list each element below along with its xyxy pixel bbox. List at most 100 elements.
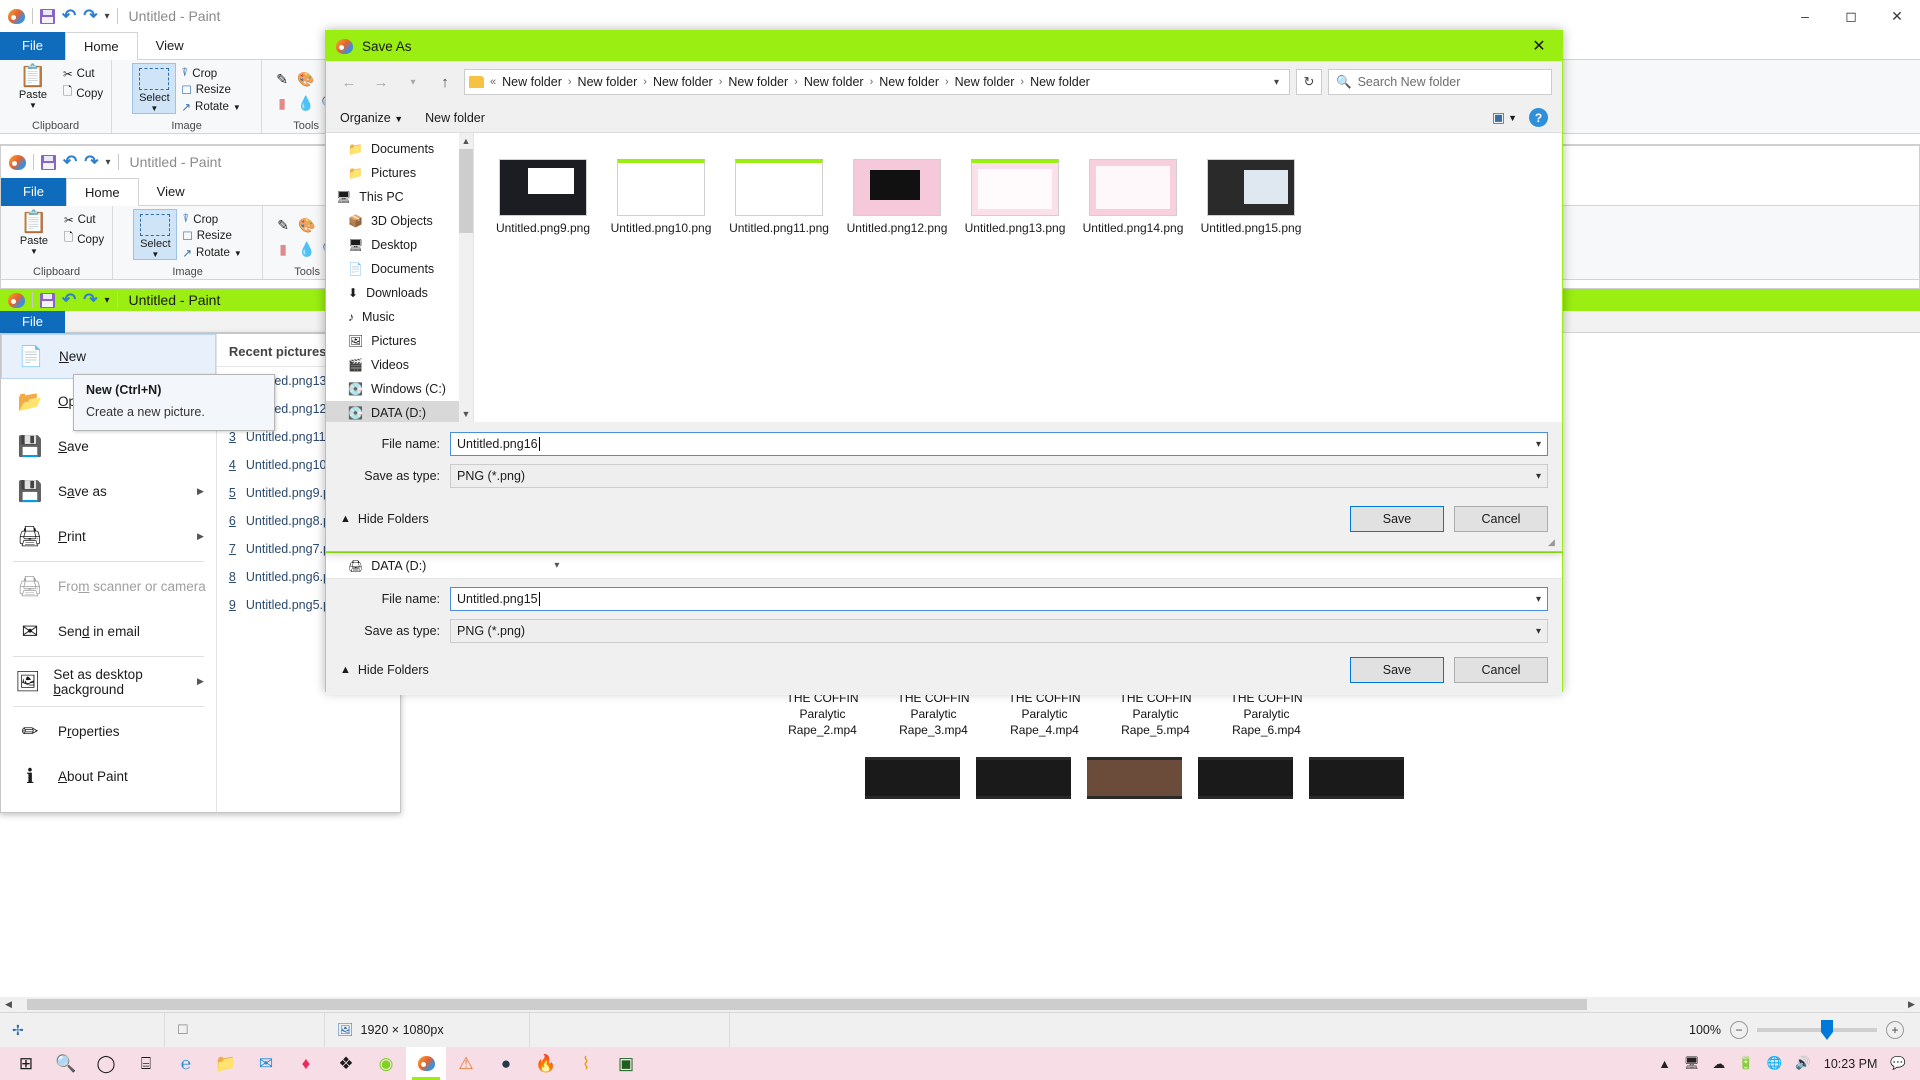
tab-file[interactable]: File (0, 32, 65, 60)
nav-item-downloads[interactable]: ⬇ Downloads (326, 281, 473, 305)
customize-qat-icon[interactable]: ▾ (105, 11, 110, 22)
menu-item-print[interactable]: 🖨 Print ▶ (1, 514, 216, 559)
chevron-down-icon[interactable]: ▾ (1268, 77, 1285, 88)
system-tray[interactable]: ▲ 🖥 ☁ 🔋 🌐 🔊 10:23 PM 💬 (1658, 1056, 1914, 1071)
zoom-control[interactable]: 100% − + (1689, 1020, 1920, 1040)
back-save-button[interactable]: Save (1350, 657, 1444, 683)
save-type-select[interactable]: PNG (*.png) ▾ (450, 464, 1548, 488)
start-icon[interactable]: ⊞ (6, 1047, 46, 1080)
taskbar[interactable]: ⊞ 🔍 ◯ ⌸ ℮ 📁 ✉ ♦ ❖ ◉ ⚠ ● 🔥 ⌇ ▣ ▲ 🖥 ☁ 🔋 🌐 🔊 10:23 PM 💬 (0, 1047, 1920, 1080)
file-item[interactable]: Untitled.png11.png (720, 159, 838, 236)
clock[interactable]: 10:23 PM (1824, 1057, 1878, 1071)
video-thumbnail[interactable] (976, 757, 1071, 799)
help-icon[interactable]: ? (1529, 108, 1548, 127)
nav-item-music[interactable]: ♪ Music (326, 305, 473, 329)
network-icon[interactable]: 🌐 (1767, 1056, 1783, 1071)
customize-qat-icon[interactable]: ▾ (105, 295, 110, 306)
file-item[interactable]: Untitled.png13.png (956, 159, 1074, 236)
save-as-dialog-background[interactable]: 🖨 DATA (D:) ▾ File name: Untitled.png15 … (325, 552, 1563, 695)
resize-button[interactable]: ☐ Resize (182, 229, 241, 243)
forward-button[interactable]: → (368, 69, 394, 95)
video-thumbnail[interactable] (1198, 757, 1293, 799)
back-button[interactable]: ← (336, 69, 362, 95)
cut-button[interactable]: ✂ Cut (63, 67, 103, 81)
back-cancel-button[interactable]: Cancel (1454, 657, 1548, 683)
chevron-down-icon[interactable]: ▾ (1536, 594, 1541, 605)
minimize-button[interactable]: – (1782, 0, 1828, 32)
nav-item-data-d-[interactable]: 💽 DATA (D:) (326, 401, 473, 422)
winamp-icon[interactable]: ⌇ (566, 1047, 606, 1080)
scroll-up-icon[interactable]: ▲ (459, 133, 473, 149)
save-icon[interactable] (41, 154, 56, 170)
menu-item-send-in-email[interactable]: ✉ Send in email (1, 609, 216, 654)
file-item[interactable]: Untitled.png10.png (602, 159, 720, 236)
nav-scroll-thumb[interactable] (459, 149, 473, 233)
chevron-down-icon[interactable]: ▼ (234, 249, 242, 258)
video-item[interactable]: THE COFFIN Paralytic Rape_2.mp4 (770, 690, 875, 738)
nav-item-this-pc[interactable]: 🖥 This PC (326, 185, 473, 209)
rotate-button[interactable]: ↗ Rotate ▼ (182, 246, 241, 260)
breadcrumb-item[interactable]: New folder (876, 75, 942, 89)
save-as-toolbar[interactable]: Organize ▼ New folder ▣ ▼ ? (326, 103, 1562, 133)
zoom-slider-thumb[interactable] (1821, 1020, 1833, 1040)
chevron-down-icon[interactable]: ▾ (1536, 439, 1541, 450)
menu-item-save-as[interactable]: 💾 Save as ▶ (1, 469, 216, 514)
organize-button[interactable]: Organize ▼ (340, 111, 403, 125)
breadcrumb-item[interactable]: New folder (1027, 75, 1093, 89)
task-view-icon[interactable]: ⌸ (126, 1047, 166, 1080)
back-file-name-input[interactable]: Untitled.png15 ▾ (450, 587, 1548, 611)
nav-item-videos[interactable]: 🎬 Videos (326, 353, 473, 377)
color-picker-icon[interactable]: 💧 (294, 91, 318, 115)
save-button[interactable]: Save (1350, 506, 1444, 532)
cut-button[interactable]: ✂ Cut (64, 213, 104, 227)
undo-icon[interactable]: ↶ (62, 6, 76, 26)
breadcrumb-item[interactable]: New folder (650, 75, 716, 89)
hide-folders-button[interactable]: ▲ Hide Folders (340, 512, 429, 526)
chevron-down-icon[interactable]: ▾ (1536, 626, 1541, 637)
firefox-icon[interactable]: 🔥 (526, 1047, 566, 1080)
chevron-down-icon[interactable]: ▼ (150, 104, 158, 113)
video-item[interactable]: THE COFFIN Paralytic Rape_3.mp4 (881, 690, 986, 738)
breadcrumb-item[interactable]: New folder (801, 75, 867, 89)
save-icon[interactable] (40, 8, 55, 24)
refresh-icon[interactable]: ↻ (1296, 69, 1322, 95)
nav-item-documents[interactable]: 📁 Documents (326, 137, 473, 161)
nav-item-documents[interactable]: 📄 Documents (326, 257, 473, 281)
vlc-icon[interactable]: ⚠ (446, 1047, 486, 1080)
edge-icon[interactable]: ℮ (166, 1047, 206, 1080)
up-button[interactable]: ↑ (432, 69, 458, 95)
video-thumbnail[interactable] (1087, 757, 1182, 799)
breadcrumb-item[interactable]: New folder (952, 75, 1018, 89)
breadcrumb-item[interactable]: New folder (725, 75, 791, 89)
save-icon[interactable] (40, 292, 55, 308)
steam-icon[interactable]: ● (486, 1047, 526, 1080)
tab-file[interactable]: File (1, 178, 66, 206)
file-item[interactable]: Untitled.png14.png (1074, 159, 1192, 236)
ruby-icon[interactable]: ♦ (286, 1047, 326, 1080)
paint-1-window-controls[interactable]: – ◻ ✕ (1782, 0, 1920, 32)
paint-1-titlebar[interactable]: ↶ ↷ ▾ Untitled - Paint – ◻ ✕ (0, 0, 1920, 32)
scroll-left-icon[interactable]: ◀ (0, 999, 17, 1010)
crop-button[interactable]: ⍒ Crop (181, 67, 240, 80)
tab-view[interactable]: View (139, 178, 203, 206)
file-item[interactable]: Untitled.png15.png (1192, 159, 1310, 236)
select-button[interactable]: Select ▼ (132, 63, 177, 114)
scroll-down-icon[interactable]: ▼ (459, 406, 473, 422)
close-button[interactable]: ✕ (1874, 0, 1920, 32)
undo-icon[interactable]: ↶ (63, 152, 77, 172)
menu-item-about-paint[interactable]: ℹ About Paint (1, 754, 216, 799)
nav-item-3d-objects[interactable]: 📦 3D Objects (326, 209, 473, 233)
breadcrumb-item[interactable]: New folder (575, 75, 641, 89)
paint-icon[interactable] (406, 1047, 446, 1080)
zoom-slider[interactable] (1757, 1020, 1877, 1040)
maximize-button[interactable]: ◻ (1828, 0, 1874, 32)
nav-item-pictures[interactable]: 🖼 Pictures (326, 329, 473, 353)
search-input[interactable]: 🔍 Search New folder (1328, 69, 1552, 95)
pencil-icon[interactable]: ✎ (270, 67, 294, 91)
video-item[interactable]: THE COFFIN Paralytic Rape_4.mp4 (992, 690, 1097, 738)
file-name-input[interactable]: Untitled.png16 ▾ (450, 432, 1548, 456)
video-thumbnail[interactable] (865, 757, 960, 799)
copy-button[interactable]: 🗋 Copy (63, 84, 103, 103)
menu-item-new[interactable]: 📄 New (1, 334, 216, 379)
scroll-right-icon[interactable]: ▶ (1903, 999, 1920, 1010)
